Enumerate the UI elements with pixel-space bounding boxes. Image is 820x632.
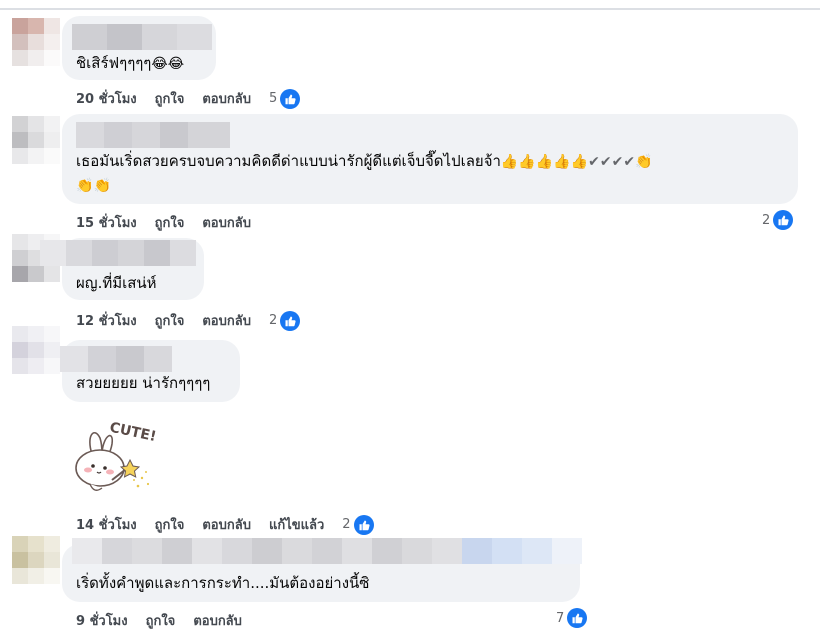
reaction-summary[interactable]: 2 (762, 210, 794, 230)
commenter-name-blurred[interactable] (40, 240, 196, 266)
reply-button[interactable]: ตอบกลับ (202, 212, 251, 233)
comment-time[interactable]: 20 ชั่วโมง (76, 88, 137, 109)
comment-time[interactable]: 15 ชั่วโมง (76, 212, 137, 233)
check-mark-icon: ✔ (611, 153, 624, 170)
reply-button[interactable]: ตอบกลับ (202, 310, 251, 331)
like-button[interactable]: ถูกใจ (155, 88, 185, 109)
comment-text: ชิเสิร์ฟๆๆๆๆ😂😂 (76, 52, 184, 75)
reply-button[interactable]: ตอบกลับ (193, 610, 242, 631)
like-thumb-icon (567, 608, 588, 628)
comment-text: ผญ.ที่มีเสน่ห์ (76, 274, 157, 292)
reply-button[interactable]: ตอบกลับ (202, 514, 251, 535)
bunny-cute-sticker[interactable]: CUTE! (72, 414, 164, 498)
commenter-name-blurred[interactable] (76, 122, 230, 148)
commenter-name-blurred[interactable] (72, 24, 212, 50)
reaction-summary[interactable]: 7 (556, 608, 588, 628)
comment-time[interactable]: 12 ชั่วโมง (76, 310, 137, 331)
comment-text-line2: 👏👏 (76, 174, 111, 197)
laughing-emoji-icon: 😂 (167, 55, 185, 72)
like-thumb-icon (773, 210, 794, 230)
thumbs-up-emoji-icon: 👍 (500, 153, 519, 170)
comment-time[interactable]: 9 ชั่วโมง (76, 610, 128, 631)
like-thumb-icon[interactable] (280, 88, 301, 109)
reaction-count[interactable]: 2 (342, 517, 350, 532)
like-thumb-icon[interactable] (353, 514, 374, 535)
avatar[interactable] (12, 326, 60, 374)
like-button[interactable]: ถูกใจ (155, 310, 185, 331)
thumbs-up-emoji-icon: 👍 (535, 153, 554, 170)
check-mark-icon: ✔ (599, 153, 612, 170)
sticker-text: CUTE! (108, 420, 157, 445)
clapping-hands-emoji-icon: 👏 (93, 177, 111, 194)
thumbs-up-emoji-icon: 👍 (518, 153, 536, 170)
clapping-hands-emoji-icon: 👏 (635, 153, 653, 170)
avatar[interactable] (12, 116, 60, 164)
like-button[interactable]: ถูกใจ (155, 212, 185, 233)
check-mark-icon: ✔ (588, 153, 600, 170)
like-button[interactable]: ถูกใจ (146, 610, 176, 631)
thumbs-up-emoji-icon: 👍 (570, 153, 589, 170)
reaction-count[interactable]: 5 (269, 91, 277, 106)
laughing-emoji-icon: 😂 (151, 55, 168, 72)
comment-text: เธอมันเริ่ดสวยครบจบความคิดดีด่าแบบน่ารัก… (76, 150, 652, 173)
commenter-name-blurred[interactable] (72, 538, 582, 564)
comment-actions: 14 ชั่วโมง ถูกใจ ตอบกลับ แก้ไขแล้ว 2 (76, 514, 374, 535)
comment-text: เริ่ดทั้งคำพูดและการกระทำ....มันต้องอย่า… (76, 574, 370, 592)
comment-time[interactable]: 14 ชั่วโมง (76, 514, 137, 535)
avatar[interactable] (12, 536, 60, 584)
clapping-hands-emoji-icon: 👏 (76, 177, 94, 194)
avatar[interactable] (12, 18, 60, 66)
like-button[interactable]: ถูกใจ (155, 514, 185, 535)
reply-button[interactable]: ตอบกลับ (202, 88, 251, 109)
comment-actions: 20 ชั่วโมง ถูกใจ ตอบกลับ 5 (76, 88, 301, 109)
commenter-name-blurred[interactable] (60, 346, 172, 372)
like-thumb-icon[interactable] (280, 310, 301, 331)
reaction-count[interactable]: 2 (269, 313, 277, 328)
edited-label[interactable]: แก้ไขแล้ว (269, 514, 324, 535)
comment-text: สวยยยยย น่ารักๆๆๆๆ (76, 374, 211, 392)
reaction-count: 7 (556, 610, 565, 626)
reaction-count: 2 (762, 212, 771, 228)
comment-actions: 15 ชั่วโมง ถูกใจ ตอบกลับ (76, 212, 269, 233)
comment-actions: 9 ชั่วโมง ถูกใจ ตอบกลับ (76, 610, 260, 631)
check-mark-icon: ✔ (623, 153, 636, 170)
thumbs-up-emoji-icon: 👍 (553, 153, 571, 170)
top-divider (0, 8, 820, 10)
comment-actions: 12 ชั่วโมง ถูกใจ ตอบกลับ 2 (76, 310, 301, 331)
